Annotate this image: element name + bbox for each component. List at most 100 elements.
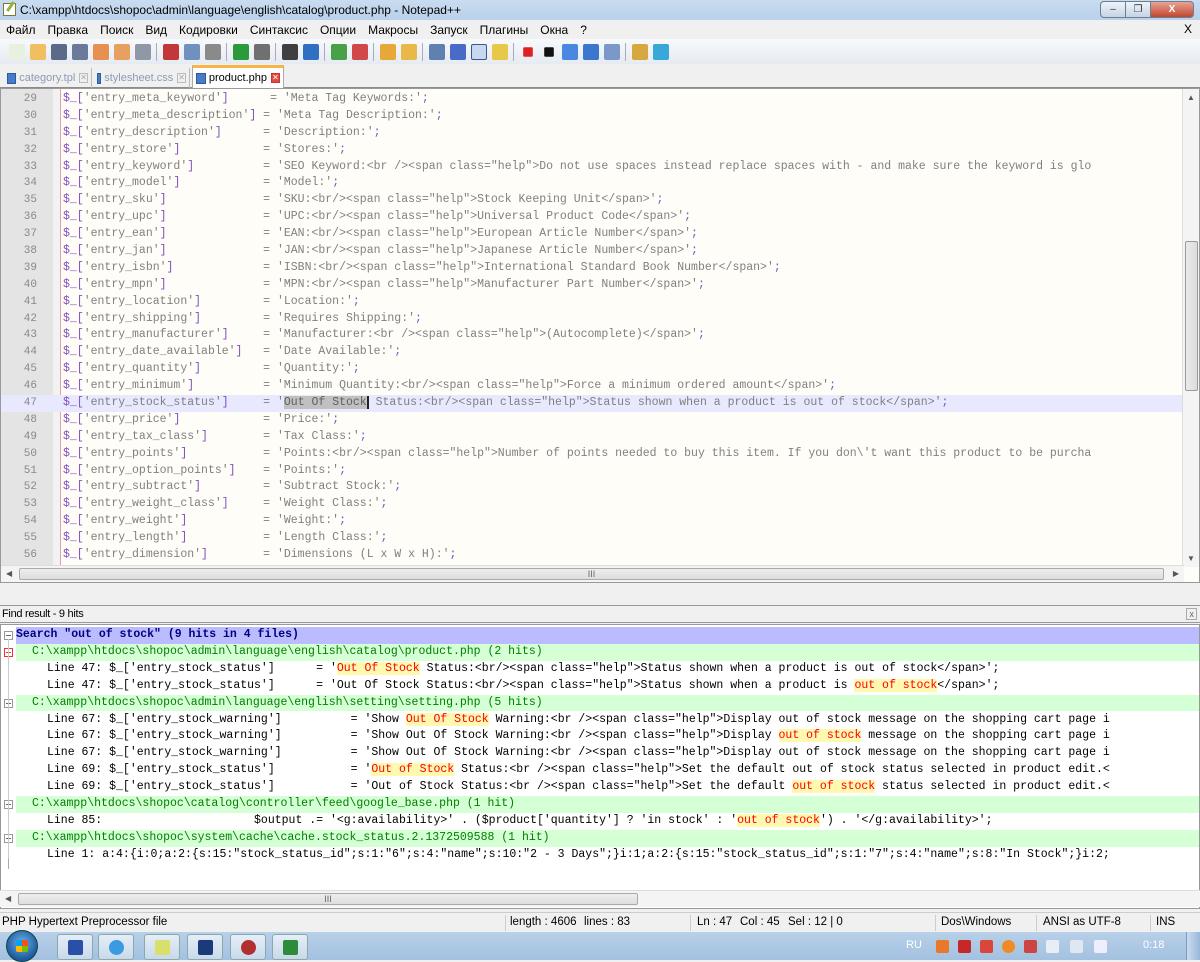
code-line[interactable]: 31 $_['entry_description'] = 'Description… [1, 125, 1184, 142]
code-line[interactable]: 43 $_['entry_manufacturer'] = 'Manufactur… [1, 327, 1184, 344]
close-icon[interactable] [92, 43, 109, 60]
xampp-tray-icon[interactable] [936, 940, 949, 953]
replace-icon[interactable] [302, 43, 319, 60]
code-line[interactable]: 29 $_['entry_meta_keyword'] = 'Meta Tag K… [1, 91, 1184, 108]
result-file[interactable]: C:\xampp\htdocs\shopoc\catalog\controlle… [16, 796, 1199, 813]
find-horizontal-scrollbar[interactable]: ◀ III [0, 890, 1200, 907]
code-line[interactable]: 35 $_['entry_sku'] = 'SKU:<br/><span clas… [1, 192, 1184, 209]
code-line[interactable]: 47 $_['entry_stock_status'] = 'Out Of Sto… [1, 395, 1184, 412]
taskbar-app-excel[interactable] [272, 934, 308, 960]
scroll-down-icon[interactable]: ▼ [1187, 554, 1195, 563]
code-editor[interactable]: 29 $_['entry_meta_keyword'] = 'Meta Tag K… [0, 88, 1200, 583]
language-indicator[interactable]: RU [906, 939, 922, 951]
tab-product-php[interactable]: product.php ✕ [192, 65, 284, 88]
clock[interactable]: 0:18 [1143, 939, 1164, 951]
code-line[interactable]: 36 $_['entry_upc'] = 'UPC:<br/><span clas… [1, 209, 1184, 226]
kaspersky-tray-icon[interactable] [980, 940, 993, 953]
tab-close-icon[interactable]: ✕ [79, 73, 88, 83]
code-line[interactable]: 49 $_['entry_tax_class'] = 'Tax Class:'; [1, 429, 1184, 446]
find-icon[interactable] [281, 43, 298, 60]
antivirus-tray-icon[interactable] [958, 940, 971, 953]
code-line[interactable]: 44 $_['entry_date_available'] = 'Date Ava… [1, 344, 1184, 361]
new-file-icon[interactable] [8, 43, 25, 60]
zoom-out-icon[interactable] [351, 43, 368, 60]
record-macro-icon[interactable] [522, 46, 533, 57]
network-icon[interactable] [1070, 940, 1083, 953]
result-file[interactable]: C:\xampp\htdocs\shopoc\admin\language\en… [16, 694, 1199, 712]
tab-close-icon[interactable]: ✕ [177, 73, 186, 83]
open-folder-icon[interactable] [631, 43, 648, 60]
app-tray-icon[interactable] [1002, 940, 1015, 953]
wrap-icon[interactable] [428, 43, 445, 60]
menu-item-3[interactable]: Вид [139, 23, 173, 37]
taskbar-app-media[interactable] [230, 934, 266, 960]
scrollbar-thumb[interactable]: III [18, 893, 638, 905]
play-macro-icon[interactable] [561, 43, 578, 60]
tab-stylesheet-css[interactable]: stylesheet.css ✕ [94, 68, 190, 88]
code-line[interactable]: 38 $_['entry_jan'] = 'JAN:<br/><span clas… [1, 243, 1184, 260]
code-line[interactable]: 39 $_['entry_isbn'] = 'ISBN:<br/><span cl… [1, 260, 1184, 277]
code-line[interactable]: 33 $_['entry_keyword'] = 'SEO Keyword:<br… [1, 159, 1184, 176]
code-line[interactable]: 55 $_['entry_length'] = 'Length Class:'; [1, 530, 1184, 547]
app-tray-icon-2[interactable] [1024, 940, 1037, 953]
sync-v-icon[interactable] [379, 43, 396, 60]
taskbar-app-internet-explorer[interactable] [98, 934, 134, 960]
code-line[interactable]: 54 $_['entry_weight'] = 'Weight:'; [1, 513, 1184, 530]
code-line[interactable]: 34 $_['entry_model'] = 'Model:'; [1, 175, 1184, 192]
tab-close-icon[interactable]: ✕ [271, 73, 280, 83]
horizontal-scrollbar[interactable]: ◀ III ▶ [1, 565, 1184, 582]
save-all-icon[interactable] [71, 43, 88, 60]
code-line[interactable]: 46 $_['entry_minimum'] = 'Minimum Quantit… [1, 378, 1184, 395]
save-icon[interactable] [50, 43, 67, 60]
text-selection[interactable]: Out Of Stock [283, 396, 369, 410]
tab-category-tpl[interactable]: category.tpl ✕ [4, 68, 92, 88]
result-hit[interactable]: Line 85: $output .= '<g:availability>' .… [16, 813, 1199, 830]
menu-item-0[interactable]: Файл [0, 23, 42, 37]
menu-item-2[interactable]: Поиск [94, 23, 139, 37]
result-hit[interactable]: Line 69: $_['entry_stock_status'] = 'Out… [16, 762, 1199, 779]
scrollbar-thumb[interactable]: III [19, 568, 1164, 580]
scroll-up-icon[interactable]: ▲ [1187, 93, 1195, 102]
print-icon[interactable] [134, 43, 151, 60]
scroll-left-icon[interactable]: ◀ [6, 569, 12, 578]
code-line[interactable]: 50 $_['entry_points'] = 'Points:<br/><spa… [1, 446, 1184, 463]
code-line[interactable]: 40 $_['entry_mpn'] = 'MPN:<br/><span clas… [1, 277, 1184, 294]
code-line[interactable]: 30 $_['entry_meta_description'] = 'Meta T… [1, 108, 1184, 125]
taskbar-app-notepad-plus-plus[interactable] [144, 934, 180, 960]
menu-item-1[interactable]: Правка [42, 23, 95, 37]
doc-map-icon[interactable] [491, 43, 508, 60]
result-hit[interactable]: Line 1: a:4:{i:0;a:2:{s:15:"stock_status… [16, 847, 1199, 864]
code-line[interactable]: 32 $_['entry_store'] = 'Stores:'; [1, 142, 1184, 159]
result-hit[interactable]: Line 47: $_['entry_stock_status'] = 'Out… [16, 661, 1199, 678]
code-line[interactable]: 45 $_['entry_quantity'] = 'Quantity:'; [1, 361, 1184, 378]
open-file-icon[interactable] [29, 43, 46, 60]
code-line[interactable]: 53 $_['entry_weight_class'] = 'Weight Cla… [1, 496, 1184, 513]
volume-icon[interactable] [1094, 940, 1107, 953]
code-line[interactable]: 41 $_['entry_location'] = 'Location:'; [1, 294, 1184, 311]
menu-item-11[interactable]: ? [574, 23, 593, 37]
close-all-icon[interactable] [113, 43, 130, 60]
close-document-button[interactable]: X [1184, 22, 1192, 36]
menu-item-8[interactable]: Запуск [424, 23, 474, 37]
code-line[interactable]: 42 $_['entry_shipping'] = 'Requires Shipp… [1, 311, 1184, 328]
close-button[interactable]: X [1150, 1, 1194, 18]
code-line[interactable]: 51 $_['entry_option_points'] = 'Points:'; [1, 463, 1184, 480]
code-line[interactable]: 52 $_['entry_subtract'] = 'Subtract Stock… [1, 479, 1184, 496]
find-results-panel[interactable]: Search "out of stock" (9 hits in 4 files… [0, 624, 1200, 909]
scrollbar-thumb[interactable] [1185, 241, 1198, 391]
result-hit[interactable]: Line 67: $_['entry_stock_warning'] = 'Sh… [16, 745, 1199, 762]
menu-item-9[interactable]: Плагины [474, 23, 535, 37]
code-line[interactable]: 48 $_['entry_price'] = 'Price:'; [1, 412, 1184, 429]
start-button[interactable] [6, 930, 38, 962]
vertical-scrollbar[interactable]: ▲ ▼ [1182, 89, 1199, 567]
menu-item-4[interactable]: Кодировки [173, 23, 244, 37]
result-hit[interactable]: Line 67: $_['entry_stock_warning'] = 'Sh… [16, 712, 1199, 729]
zoom-in-icon[interactable] [330, 43, 347, 60]
search-summary[interactable]: Search "out of stock" (9 hits in 4 files… [16, 627, 1199, 644]
scroll-left-icon[interactable]: ◀ [5, 894, 11, 903]
result-hit[interactable]: Line 47: $_['entry_stock_status'] = 'Out… [16, 678, 1199, 695]
result-hit[interactable]: Line 69: $_['entry_stock_status'] = 'Out… [16, 779, 1199, 796]
taskbar-app-save[interactable] [57, 934, 93, 960]
copy-icon[interactable] [183, 43, 200, 60]
menu-item-5[interactable]: Синтаксис [244, 23, 314, 37]
